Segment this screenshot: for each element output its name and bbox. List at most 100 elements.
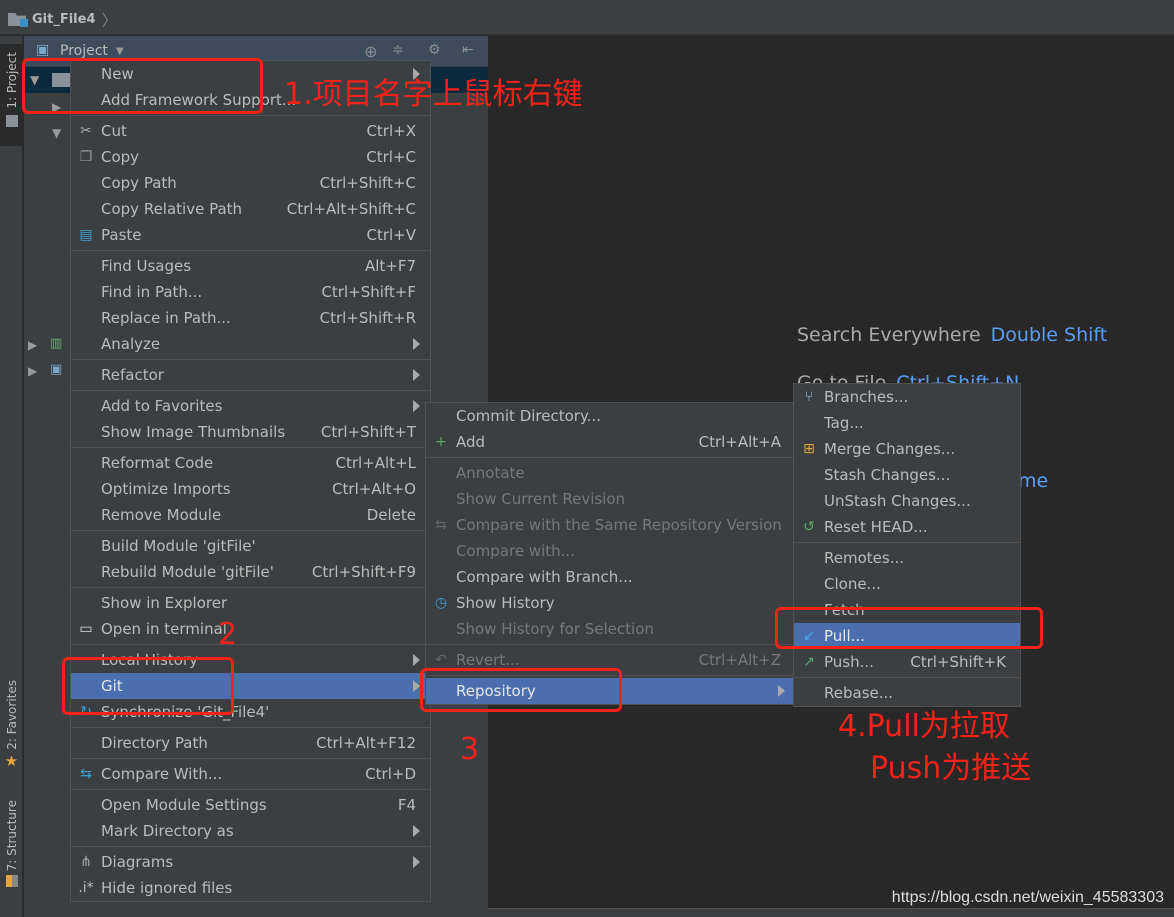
menu-item-label: Find Usages	[101, 257, 192, 275]
reset-icon: ↺	[803, 519, 815, 535]
menu-separator	[71, 390, 430, 391]
expand-triangle-icon[interactable]: ▼	[52, 126, 61, 140]
tab-favorites[interactable]: 2: Favorites ★	[0, 680, 23, 780]
annotation-step3: 3	[460, 732, 480, 767]
menu-item-tag[interactable]: Tag...	[794, 410, 1020, 436]
menu-item-open-module-settings[interactable]: Open Module Settings F4	[71, 792, 430, 818]
menu-item-clone[interactable]: Clone...	[794, 571, 1020, 597]
menu-separator	[71, 115, 430, 116]
menu-item-optimize-imports[interactable]: Optimize Imports Ctrl+Alt+O	[71, 476, 430, 502]
menu-item-find-in-path[interactable]: Find in Path... Ctrl+Shift+F	[71, 279, 430, 305]
locate-icon[interactable]: ⊕	[364, 42, 377, 61]
menu-item-commit-directory[interactable]: Commit Directory...	[426, 403, 795, 429]
menu-item-label: Hide ignored files	[101, 879, 233, 897]
collapse-triangle-icon[interactable]: ▶	[28, 364, 37, 378]
terminal-icon: ▭	[79, 621, 93, 637]
project-folder-icon	[8, 11, 28, 27]
menu-item-label: Stash Changes...	[824, 466, 951, 484]
menu-item-annotate[interactable]: Annotate	[426, 460, 795, 486]
menu-item-label: Reformat Code	[101, 454, 214, 472]
annotation-step4-line1: 4.Pull为拉取	[838, 709, 1010, 744]
menu-item-compare-with-the-same-repository-version[interactable]: ⇆ Compare with the Same Repository Versio…	[426, 512, 795, 538]
menu-separator	[426, 644, 795, 645]
revert-icon: ↶	[435, 652, 447, 668]
menu-item-label: Show Current Revision	[456, 490, 626, 508]
project-view-selector[interactable]: Project	[60, 43, 108, 59]
chevron-down-icon[interactable]: ▼	[116, 46, 124, 57]
menu-item-show-current-revision[interactable]: Show Current Revision	[426, 486, 795, 512]
menu-item-push[interactable]: ↗ Push... Ctrl+Shift+K	[794, 649, 1020, 675]
menu-item-label: Compare With...	[101, 765, 223, 783]
annotation-box-step1	[22, 58, 263, 114]
menu-item-show-history-for-selection[interactable]: Show History for Selection	[426, 616, 795, 642]
menu-item-reformat-code[interactable]: Reformat Code Ctrl+Alt+L	[71, 450, 430, 476]
menu-item-stash-changes[interactable]: Stash Changes...	[794, 462, 1020, 488]
menu-item-refactor[interactable]: Refactor	[71, 362, 430, 388]
branch-icon: ⑂	[804, 389, 814, 405]
menu-item-rebase[interactable]: Rebase...	[794, 680, 1020, 706]
push-icon: ↗	[803, 654, 815, 670]
collapse-all-icon[interactable]: ≑	[392, 42, 404, 58]
menu-item-remove-module[interactable]: Remove Module Delete	[71, 502, 430, 528]
submenu-arrow-icon	[413, 369, 420, 381]
hide-panel-icon[interactable]: ⇤	[462, 42, 474, 58]
menu-item-add-to-favorites[interactable]: Add to Favorites	[71, 393, 430, 419]
menu-item-label: Remove Module	[101, 506, 222, 524]
menu-item-shortcut: F4	[397, 796, 416, 814]
menu-item-show-history[interactable]: ◷ Show History	[426, 590, 795, 616]
menu-item-find-usages[interactable]: Find Usages Alt+F7	[71, 253, 430, 279]
menu-item-merge-changes[interactable]: ⊞ Merge Changes...	[794, 436, 1020, 462]
menu-separator	[71, 447, 430, 448]
menu-item-open-in-terminal[interactable]: ▭ Open in terminal	[71, 616, 430, 642]
plus-icon: +	[435, 434, 447, 450]
menu-item-show-image-thumbnails[interactable]: Show Image Thumbnails Ctrl+Shift+T	[71, 419, 430, 445]
project-icon	[5, 114, 18, 127]
menu-item-directory-path[interactable]: Directory Path Ctrl+Alt+F12	[71, 730, 430, 756]
menu-item-compare-with[interactable]: Compare with...	[426, 538, 795, 564]
menu-item-add[interactable]: + Add Ctrl+Alt+A	[426, 429, 795, 455]
merge-icon: ⊞	[803, 441, 815, 457]
breadcrumb-project[interactable]: Git_File4	[32, 12, 96, 27]
breadcrumb[interactable]: Git_File4 〉	[8, 7, 118, 31]
menu-item-branches[interactable]: ⑂ Branches...	[794, 384, 1020, 410]
menu-item-compare-with[interactable]: ⇆ Compare With... Ctrl+D	[71, 761, 430, 787]
menu-item-label: Copy Path	[101, 174, 177, 192]
menu-item-hide-ignored-files[interactable]: .i* Hide ignored files	[71, 875, 430, 901]
menu-item-shortcut: Ctrl+Alt+Shift+C	[286, 200, 416, 218]
menu-item-label: Commit Directory...	[456, 407, 601, 425]
menu-item-rebuild-module-gitfile[interactable]: Rebuild Module 'gitFile' Ctrl+Shift+F9	[71, 559, 430, 585]
watermark: https://blog.csdn.net/weixin_45583303	[891, 889, 1164, 906]
submenu-arrow-icon	[778, 685, 785, 697]
gear-icon[interactable]: ⚙	[428, 42, 441, 58]
menu-separator	[426, 457, 795, 458]
navigation-bar: Git_File4 〉	[0, 0, 1174, 35]
tab-structure[interactable]: 7: Structure	[0, 800, 23, 900]
collapse-triangle-icon[interactable]: ▶	[28, 338, 37, 352]
menu-separator	[794, 677, 1020, 678]
menu-item-copy[interactable]: ❐ Copy Ctrl+C	[71, 144, 430, 170]
menu-item-label: Add	[456, 433, 486, 451]
menu-separator	[71, 758, 430, 759]
menu-item-reset-head[interactable]: ↺ Reset HEAD...	[794, 514, 1020, 540]
menu-item-analyze[interactable]: Analyze	[71, 331, 430, 357]
menu-item-mark-directory-as[interactable]: Mark Directory as	[71, 818, 430, 844]
project-view-icon: ▣	[36, 42, 50, 58]
menu-item-label: Show History for Selection	[456, 620, 654, 638]
menu-item-unstash-changes[interactable]: UnStash Changes...	[794, 488, 1020, 514]
menu-item-remotes[interactable]: Remotes...	[794, 545, 1020, 571]
menu-item-copy-relative-path[interactable]: Copy Relative Path Ctrl+Alt+Shift+C	[71, 196, 430, 222]
menu-item-diagrams[interactable]: ⋔ Diagrams	[71, 849, 430, 875]
menu-item-paste[interactable]: ▤ Paste Ctrl+V	[71, 222, 430, 248]
menu-item-replace-in-path[interactable]: Replace in Path... Ctrl+Shift+R	[71, 305, 430, 331]
menu-separator	[71, 789, 430, 790]
menu-item-label: Remotes...	[824, 549, 904, 567]
menu-item-build-module-gitfile[interactable]: Build Module 'gitFile'	[71, 533, 430, 559]
menu-item-show-in-explorer[interactable]: Show in Explorer	[71, 590, 430, 616]
menu-item-cut[interactable]: ✂ Cut Ctrl+X	[71, 118, 430, 144]
menu-item-shortcut: Ctrl+X	[366, 122, 416, 140]
tab-project[interactable]: 1: Project	[0, 44, 23, 146]
menu-item-label: Annotate	[456, 464, 525, 482]
menu-item-shortcut: Ctrl+Shift+F9	[311, 563, 416, 581]
menu-item-copy-path[interactable]: Copy Path Ctrl+Shift+C	[71, 170, 430, 196]
menu-item-compare-with-branch[interactable]: Compare with Branch...	[426, 564, 795, 590]
